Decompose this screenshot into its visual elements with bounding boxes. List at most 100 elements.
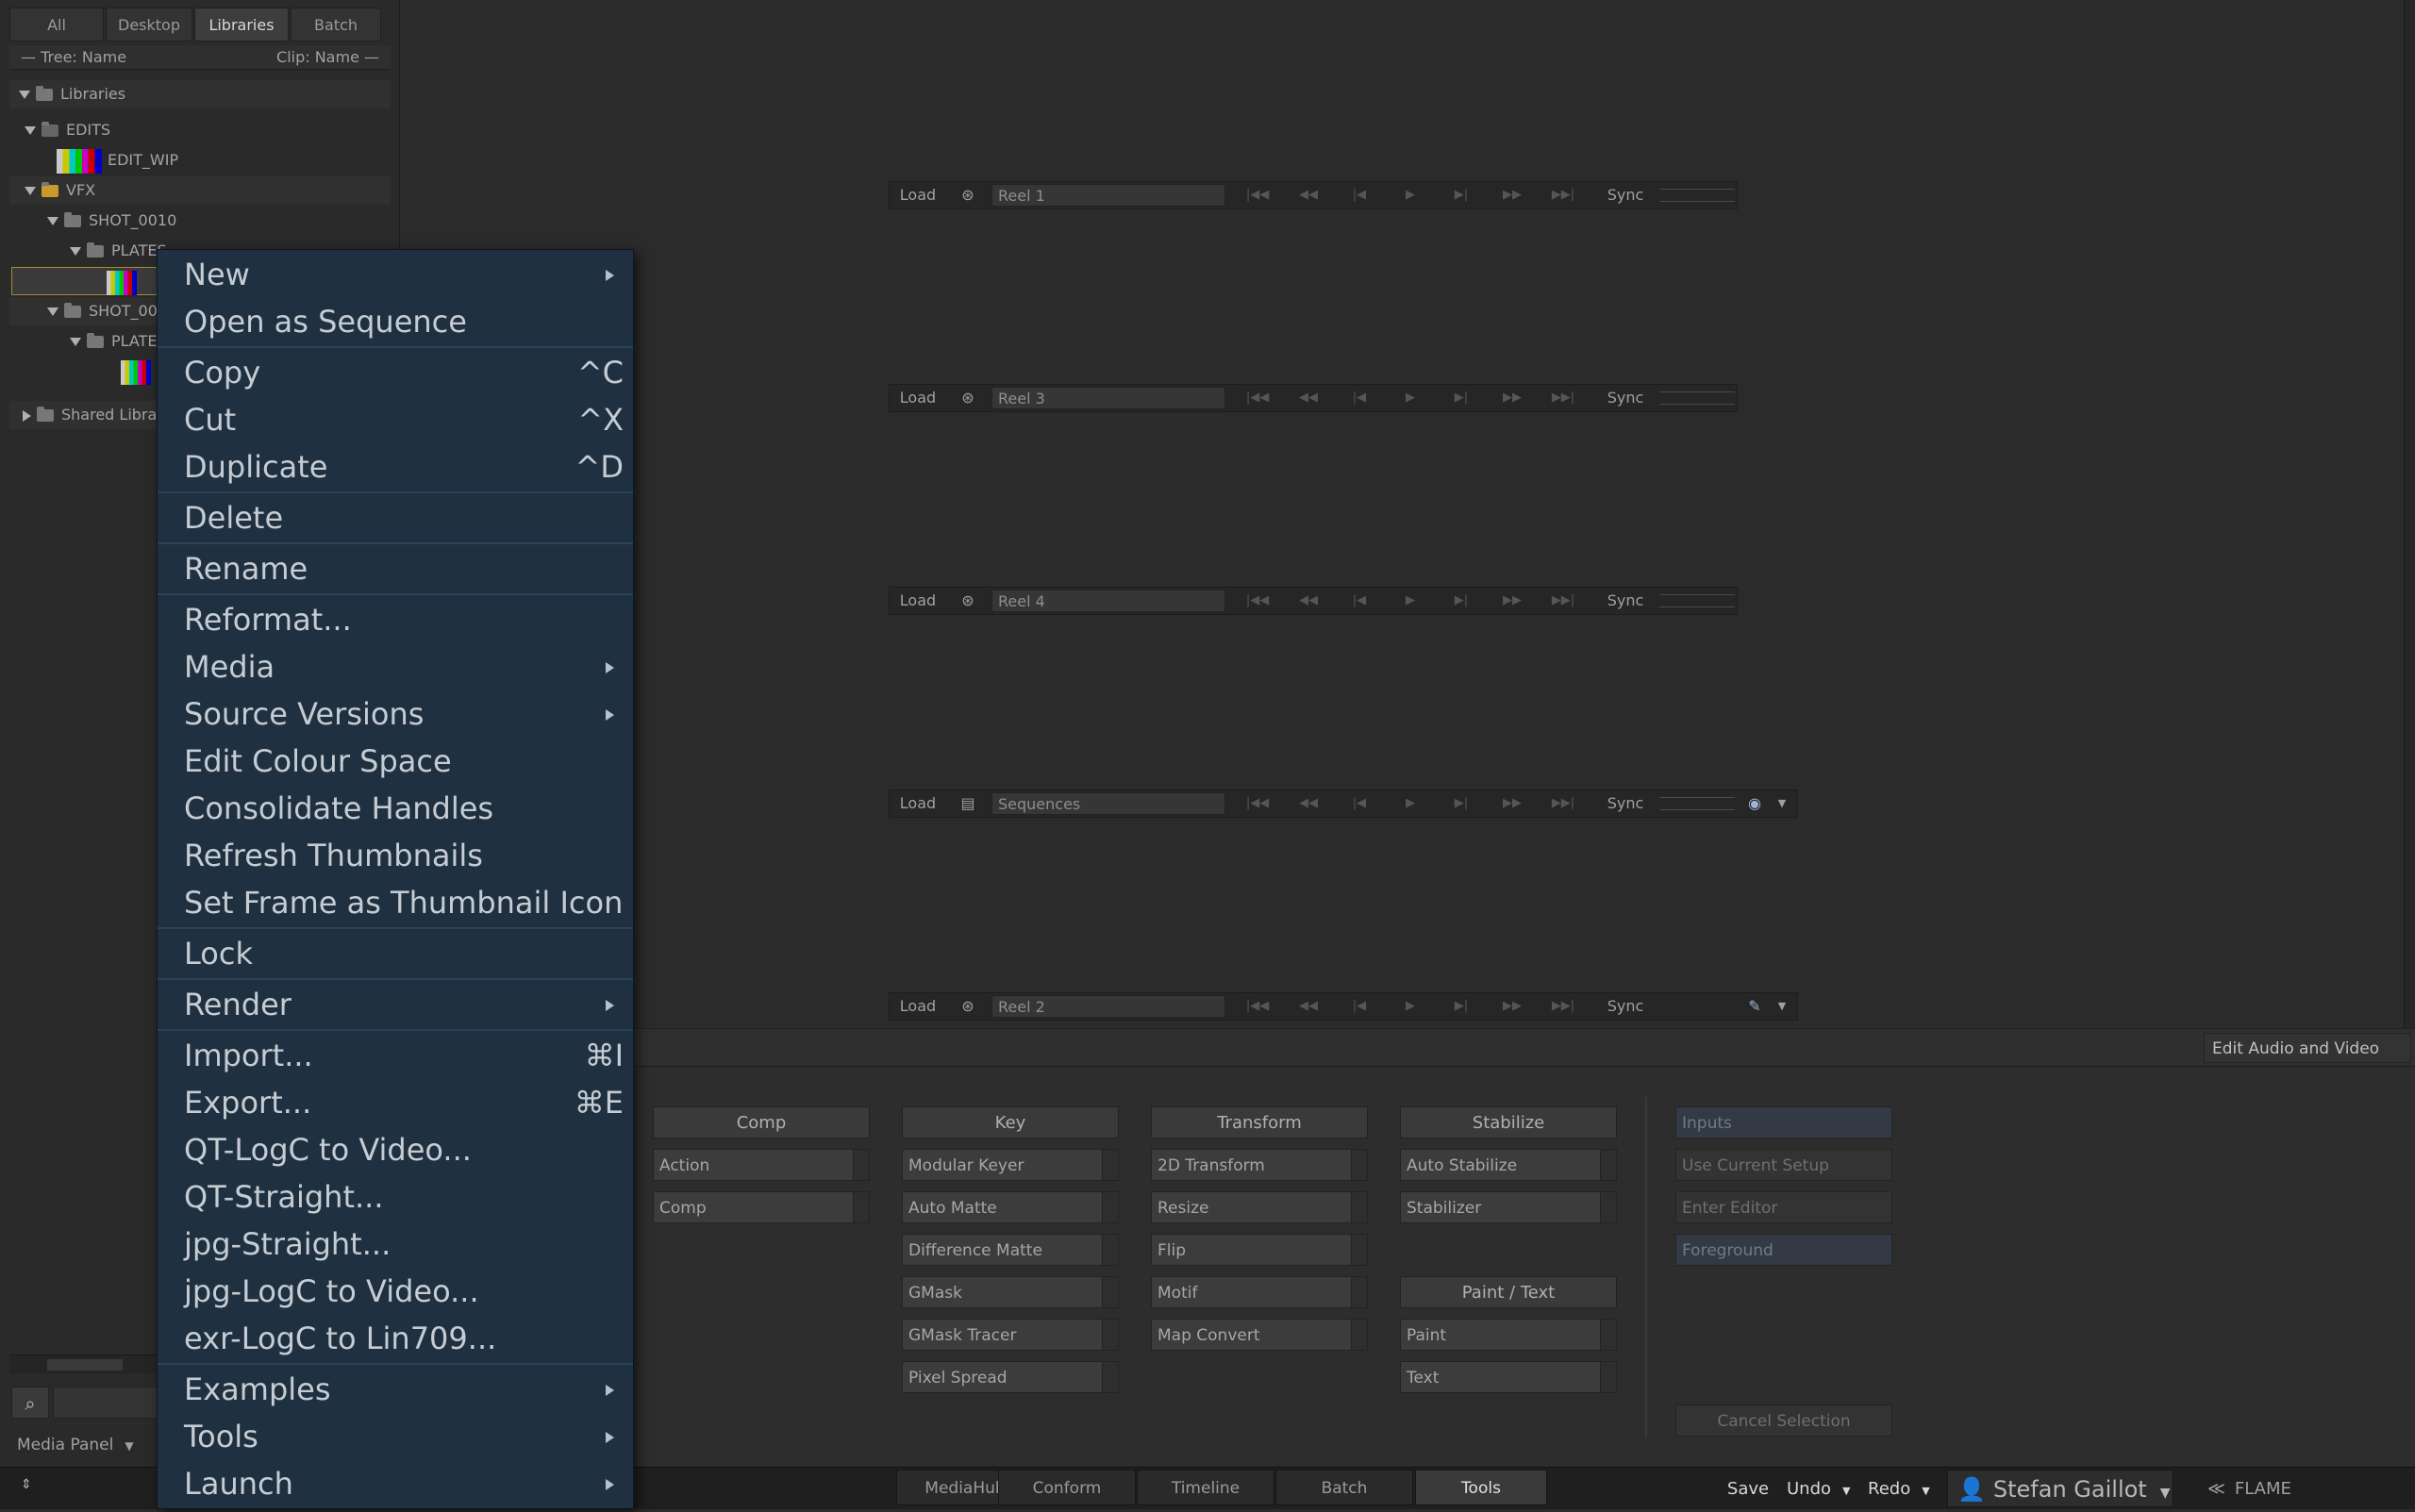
- rewind-icon[interactable]: ◀◀: [1295, 390, 1322, 406]
- chevron-down-icon[interactable]: ▼: [1842, 1485, 1850, 1497]
- tool-pixel-spread-button[interactable]: Pixel Spread: [902, 1361, 1119, 1393]
- menu-item-render[interactable]: Render: [158, 982, 633, 1027]
- tree-item-vfx[interactable]: VFX: [9, 176, 391, 205]
- sync-button[interactable]: Sync: [1599, 588, 1652, 614]
- go-to-start-icon[interactable]: |◀◀: [1244, 390, 1271, 406]
- menu-item-delete[interactable]: Delete: [158, 495, 633, 540]
- step-forward-icon[interactable]: ▶|: [1448, 796, 1474, 811]
- go-to-end-icon[interactable]: ▶▶|: [1550, 188, 1576, 203]
- sync-slider[interactable]: [1659, 594, 1735, 607]
- menu-item-exr-logc-to-lin709[interactable]: exr-LogC to Lin709...: [158, 1316, 633, 1361]
- menu-item-jpg-straight[interactable]: jpg-Straight...: [158, 1221, 633, 1267]
- expand-arrow-icon[interactable]: [25, 187, 36, 195]
- tool-resize-button[interactable]: Resize: [1151, 1191, 1368, 1223]
- tool-difference-matte-button[interactable]: Difference Matte: [902, 1234, 1119, 1266]
- tool-gmask-button[interactable]: GMask: [902, 1276, 1119, 1308]
- chevron-down-icon[interactable]: ▼: [1922, 1485, 1929, 1497]
- search-icon[interactable]: ⌕: [11, 1387, 49, 1419]
- menu-item-jpg-logc-to-video[interactable]: jpg-LogC to Video...: [158, 1269, 633, 1314]
- play-icon[interactable]: ▶: [1397, 188, 1424, 203]
- expand-arrow-icon[interactable]: [25, 126, 36, 135]
- expand-arrow-icon[interactable]: [47, 217, 58, 225]
- play-icon[interactable]: ▶: [1397, 390, 1424, 406]
- tree-item-selected-clip[interactable]: [11, 267, 162, 295]
- step-back-icon[interactable]: |◀: [1346, 390, 1373, 406]
- tab-timeline[interactable]: Timeline: [1137, 1470, 1274, 1505]
- menu-item-refresh-thumbnails[interactable]: Refresh Thumbnails: [158, 833, 633, 878]
- menu-item-source-versions[interactable]: Source Versions: [158, 691, 633, 737]
- tool-2d-transform-button[interactable]: 2D Transform: [1151, 1149, 1368, 1181]
- tree-item-edits[interactable]: EDITS: [9, 116, 391, 144]
- inputs-button[interactable]: Inputs: [1675, 1106, 1892, 1138]
- play-icon[interactable]: ▶: [1397, 593, 1424, 608]
- expand-arrow-icon[interactable]: [70, 247, 81, 256]
- fast-forward-icon[interactable]: ▶▶: [1499, 999, 1525, 1014]
- go-to-start-icon[interactable]: |◀◀: [1244, 796, 1271, 811]
- menu-item-duplicate[interactable]: Duplicate ^D: [158, 444, 633, 490]
- expand-icon[interactable]: ⇕: [21, 1477, 40, 1500]
- step-forward-icon[interactable]: ▶|: [1448, 390, 1474, 406]
- scrollbar-thumb[interactable]: [47, 1359, 123, 1371]
- tab-libraries[interactable]: Libraries: [194, 8, 289, 42]
- menu-item-tools[interactable]: Tools: [158, 1414, 633, 1459]
- menu-item-cut[interactable]: Cut ^X: [158, 397, 633, 442]
- rewind-icon[interactable]: ◀◀: [1295, 188, 1322, 203]
- menu-item-launch[interactable]: Launch: [158, 1461, 633, 1506]
- menu-item-qt-logc-to-video[interactable]: QT-LogC to Video...: [158, 1127, 633, 1172]
- tree-item-edit-wip[interactable]: EDIT_WIP: [9, 146, 391, 174]
- expand-arrow-icon[interactable]: [47, 307, 58, 316]
- go-to-start-icon[interactable]: |◀◀: [1244, 188, 1271, 203]
- tool-map-convert-button[interactable]: Map Convert: [1151, 1319, 1368, 1351]
- pin-icon[interactable]: ✎: [1740, 993, 1769, 1020]
- tool-paint-button[interactable]: Paint: [1400, 1319, 1617, 1351]
- tool-action-button[interactable]: Action: [653, 1149, 870, 1181]
- fast-forward-icon[interactable]: ▶▶: [1499, 390, 1525, 406]
- play-icon[interactable]: ▶: [1397, 999, 1424, 1014]
- tab-desktop[interactable]: Desktop: [106, 8, 192, 42]
- fast-forward-icon[interactable]: ▶▶: [1499, 593, 1525, 608]
- menu-item-consolidate-handles[interactable]: Consolidate Handles: [158, 786, 633, 831]
- load-button[interactable]: Load: [890, 182, 946, 208]
- tool-motif-button[interactable]: Motif: [1151, 1276, 1368, 1308]
- reel-icon[interactable]: ⊛: [952, 993, 984, 1020]
- sync-button[interactable]: Sync: [1599, 182, 1652, 208]
- menu-item-export[interactable]: Export... ⌘E: [158, 1080, 633, 1125]
- tab-tools[interactable]: Tools: [1415, 1470, 1547, 1505]
- foreground-button[interactable]: Foreground: [1675, 1234, 1892, 1266]
- menu-item-examples[interactable]: Examples: [158, 1367, 633, 1412]
- menu-item-edit-colour-space[interactable]: Edit Colour Space: [158, 739, 633, 784]
- tree-item-shot-0010[interactable]: SHOT_0010: [9, 207, 391, 235]
- rewind-icon[interactable]: ◀◀: [1295, 593, 1322, 608]
- chevron-down-icon[interactable]: ▼: [1771, 790, 1793, 817]
- tool-gmask-tracer-button[interactable]: GMask Tracer: [902, 1319, 1119, 1351]
- reel-icon[interactable]: ⊛: [952, 385, 984, 411]
- menu-item-rename[interactable]: Rename: [158, 546, 633, 591]
- menu-item-lock[interactable]: Lock: [158, 931, 633, 976]
- tool-text-button[interactable]: Text: [1400, 1361, 1617, 1393]
- chevron-down-icon[interactable]: ▼: [1771, 993, 1793, 1020]
- load-button[interactable]: Load: [890, 993, 946, 1020]
- media-panel-select[interactable]: Media Panel ▼: [9, 1430, 142, 1460]
- sync-slider[interactable]: [1659, 797, 1735, 810]
- step-back-icon[interactable]: |◀: [1346, 593, 1373, 608]
- expand-arrow-icon[interactable]: [70, 338, 81, 346]
- menu-item-qt-straight[interactable]: QT-Straight...: [158, 1174, 633, 1220]
- menu-item-copy[interactable]: Copy ^C: [158, 350, 633, 395]
- tool-auto-matte-button[interactable]: Auto Matte: [902, 1191, 1119, 1223]
- menu-item-open-as-sequence[interactable]: Open as Sequence: [158, 299, 633, 344]
- fast-forward-icon[interactable]: ▶▶: [1499, 188, 1525, 203]
- tool-modular-keyer-button[interactable]: Modular Keyer: [902, 1149, 1119, 1181]
- step-forward-icon[interactable]: ▶|: [1448, 593, 1474, 608]
- collapse-arrow-icon[interactable]: [23, 409, 31, 422]
- go-to-end-icon[interactable]: ▶▶|: [1550, 796, 1576, 811]
- vertical-scrollbar[interactable]: [2404, 0, 2415, 1028]
- undo-button[interactable]: Undo ▼: [1781, 1473, 1864, 1505]
- save-button[interactable]: Save: [1719, 1473, 1777, 1505]
- tab-batch[interactable]: Batch: [291, 8, 381, 42]
- edit-audio-video-button[interactable]: Edit Audio and Video: [2204, 1033, 2411, 1063]
- tool-comp-button[interactable]: Comp: [653, 1191, 870, 1223]
- reel-name-field[interactable]: Sequences: [991, 792, 1225, 815]
- step-back-icon[interactable]: |◀: [1346, 796, 1373, 811]
- sync-slider[interactable]: [1659, 391, 1735, 405]
- use-current-setup-button[interactable]: Use Current Setup: [1675, 1149, 1892, 1181]
